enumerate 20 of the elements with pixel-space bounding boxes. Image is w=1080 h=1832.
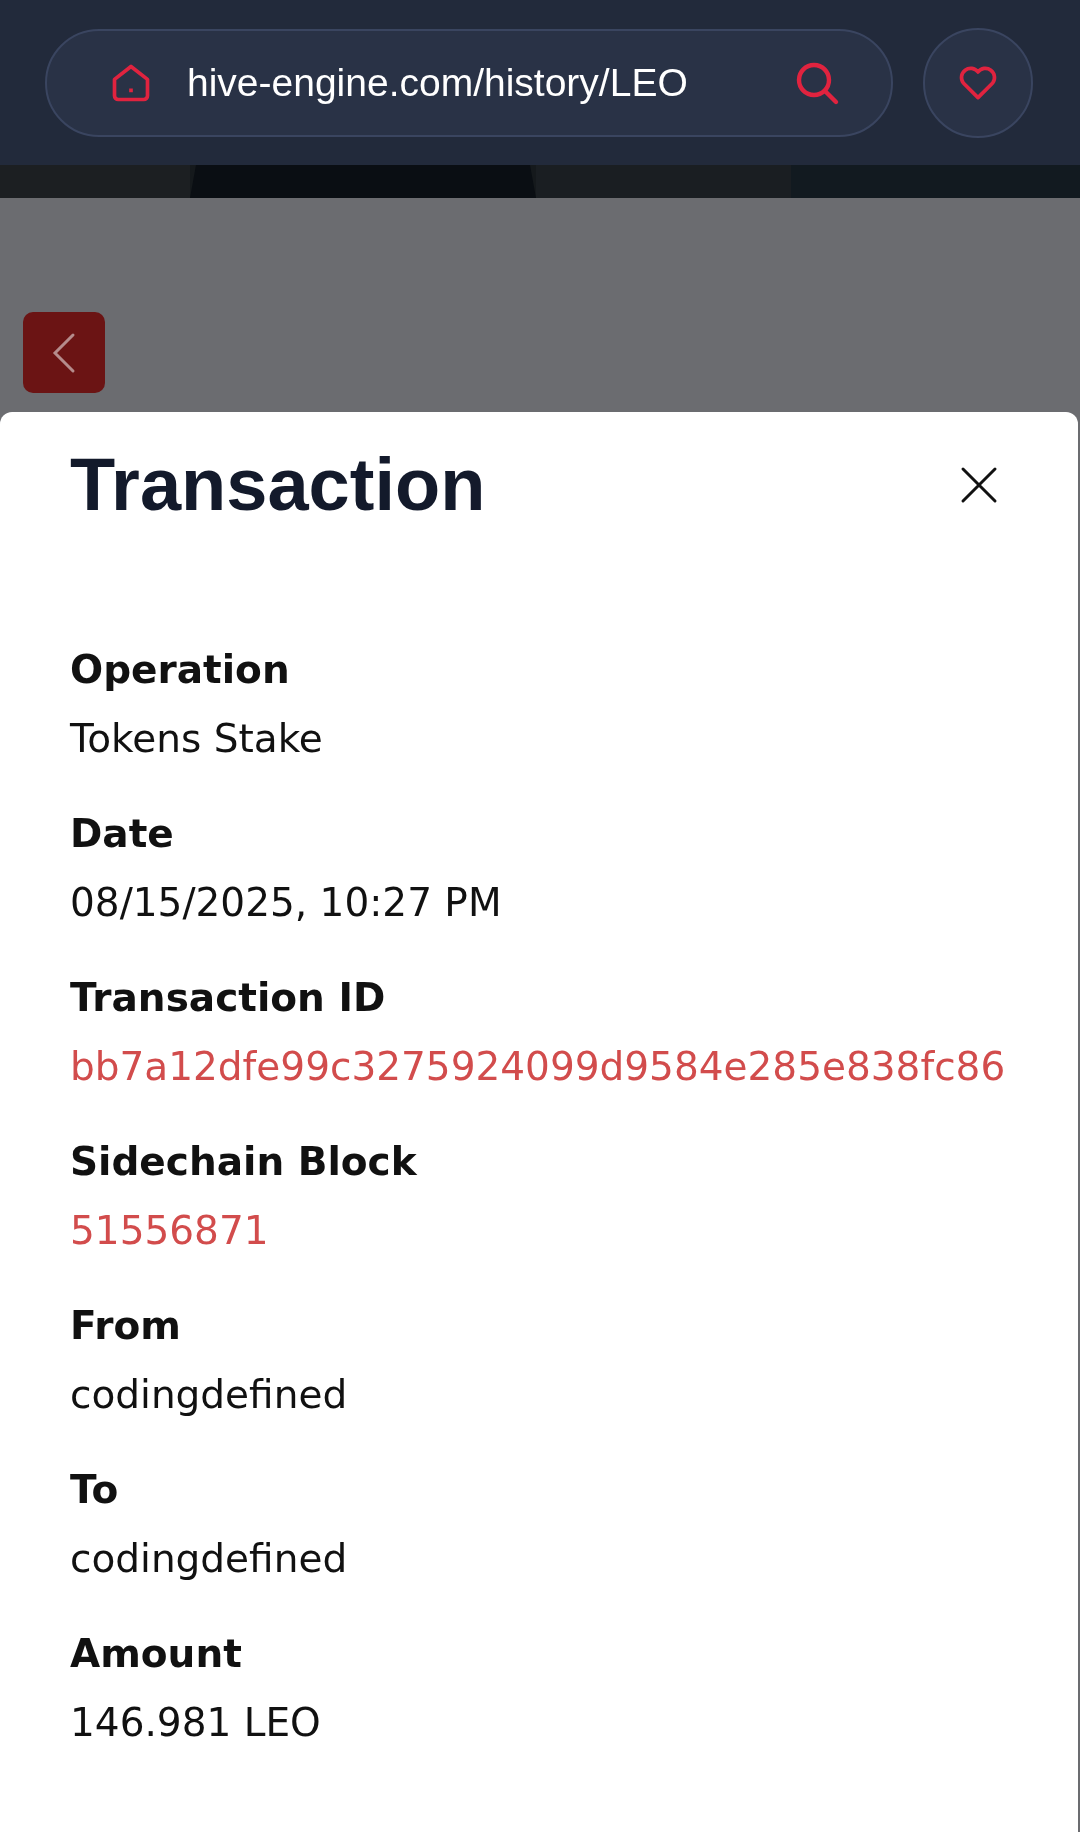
dialog-title: Transaction: [70, 442, 486, 527]
field-label: Transaction ID: [70, 975, 387, 1020]
close-icon: [960, 465, 998, 504]
value-link[interactable]: 51556871: [70, 1208, 1008, 1253]
field-label: Date: [70, 811, 175, 856]
address-bar[interactable]: hive-engine.com/history/LEO: [45, 28, 893, 137]
value-link[interactable]: bb7a12dfe99c3275924099d9584e285e838fc86: [70, 1044, 1008, 1089]
field-value: Tokens Stake: [70, 716, 324, 761]
field-value: codingdefined: [70, 1536, 349, 1581]
field-label: From: [70, 1303, 182, 1348]
url-text[interactable]: hive-engine.com/history/LEO: [187, 60, 759, 105]
field-value: codingdefined: [70, 1372, 349, 1417]
field-label: Sidechain Block: [70, 1139, 418, 1184]
field-value: 146.981 LEO: [70, 1700, 322, 1745]
close-button[interactable]: [960, 465, 998, 504]
field-label: Amount: [70, 1631, 243, 1676]
field-label: To: [70, 1467, 120, 1512]
field-label: Operation: [70, 647, 291, 692]
back-button[interactable]: [23, 312, 105, 393]
field-value: 08/15/2025, 10:27 PM: [70, 880, 503, 925]
